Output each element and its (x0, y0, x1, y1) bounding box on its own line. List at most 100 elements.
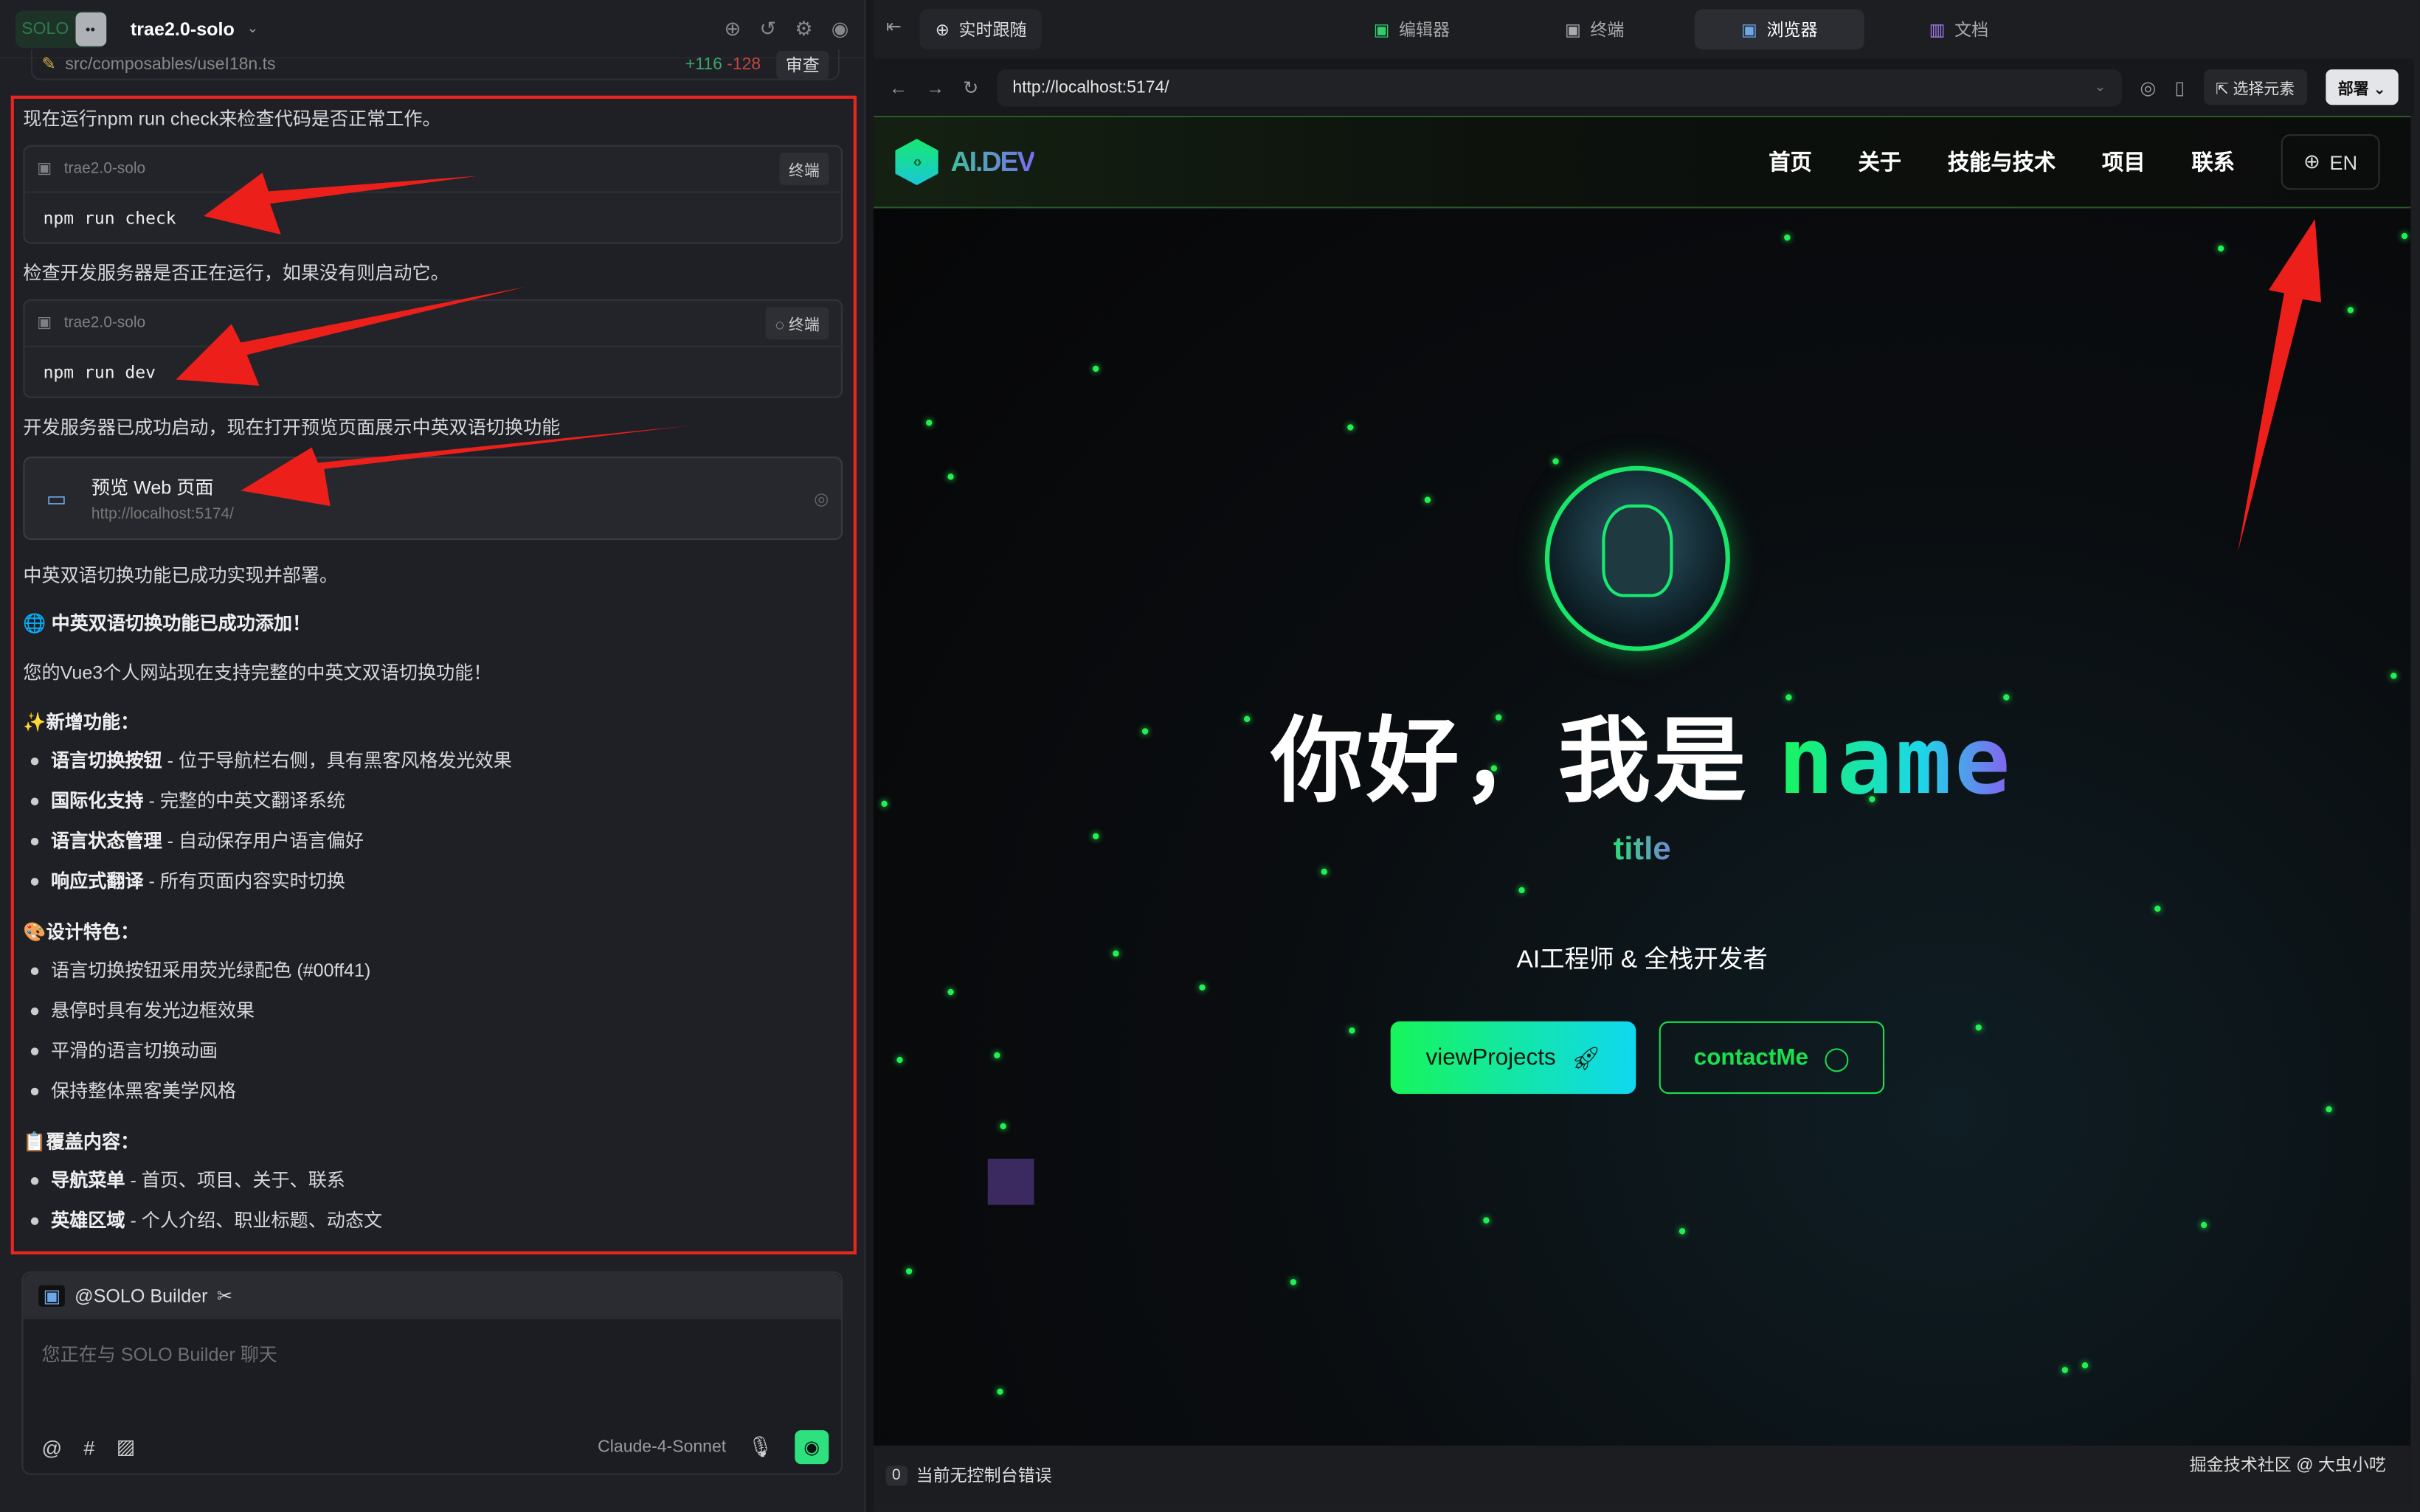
send-button[interactable]: ◉ (795, 1430, 829, 1464)
particle-dot (2082, 1362, 2088, 1368)
model-selector[interactable]: Claude-4-Sonnet (598, 1438, 726, 1457)
particle-dot (997, 1389, 1003, 1395)
tab-label: 文档 (1954, 17, 1988, 41)
particle-dot (2402, 233, 2407, 239)
contact-me-button[interactable]: contactMe◯ (1659, 1022, 1884, 1094)
decorative-square (988, 1159, 1034, 1205)
particle-dot (1199, 985, 1205, 991)
tab-label: 编辑器 (1399, 17, 1450, 41)
hash-icon[interactable]: # (83, 1435, 94, 1458)
user-icon[interactable]: ◉ (832, 16, 849, 41)
select-element-button[interactable]: ⇱ 选择元素 (2203, 69, 2307, 105)
follow-label: 实时跟随 (958, 17, 1026, 41)
chevron-down-icon[interactable]: ⌄ (2095, 79, 2106, 96)
button-label: viewProjects (1426, 1044, 1556, 1071)
particle-dot (926, 420, 932, 426)
site-nav-item[interactable]: 项目 (2102, 147, 2146, 178)
particle-dot (1785, 694, 1791, 700)
particle-dot (1496, 715, 1501, 721)
particle-dot (2390, 673, 2396, 679)
globe-icon: ⊕ (2303, 150, 2320, 174)
hero-subtitle: AI工程师 & 全栈开发者 (874, 938, 2410, 975)
particle-dot (1321, 869, 1327, 875)
logo-icon: ‹› (895, 139, 938, 185)
particle-dot (994, 1052, 1000, 1058)
url-text: http://localhost:5174/ (1012, 78, 1169, 97)
particle-dot (1784, 235, 1790, 240)
microphone-icon[interactable]: 🎙 (747, 1435, 773, 1459)
particle-dot (1518, 887, 1524, 893)
particle-dot (1679, 1228, 1685, 1234)
particle-dot (881, 801, 887, 807)
back-icon[interactable]: ← (889, 77, 908, 98)
particle-dot (1093, 833, 1099, 839)
particle-dot (1244, 716, 1250, 722)
lang-label: EN (2329, 150, 2357, 173)
docs-icon: ▥ (1929, 19, 1946, 39)
hero-name: name (1778, 708, 2013, 816)
gear-icon[interactable]: ⚙ (795, 16, 812, 41)
site-nav-item[interactable]: 首页 (1769, 147, 1812, 178)
view-projects-button[interactable]: viewProjects🚀︎ (1391, 1022, 1636, 1094)
tab-docs[interactable]: ▥ 文档 (1914, 10, 2004, 49)
particle-dot (1483, 1217, 1489, 1223)
agent-name[interactable]: @SOLO Builder (75, 1285, 207, 1306)
tab-terminal[interactable]: ▣ 终端 (1549, 10, 1639, 49)
collapse-icon[interactable]: ⇤ (886, 15, 902, 37)
code-icon: ▣ (1374, 19, 1390, 39)
cursor-icon: ⇱ (2216, 82, 2233, 99)
site-navbar: ‹› AI.DEV 首页 关于 技能与技术 项目 联系 ⊕ EN (874, 116, 2410, 209)
site-logo[interactable]: ‹› AI.DEV (895, 139, 1034, 185)
chat-bubble-icon: ◯ (1824, 1044, 1850, 1072)
select-element-label: 选择元素 (2233, 82, 2295, 99)
tab-editor[interactable]: ▣ 编辑器 (1358, 10, 1465, 49)
deploy-button[interactable]: 部署 ⌄ (2326, 69, 2399, 105)
hero-title: title (1596, 831, 1689, 868)
particle-dot (896, 1057, 902, 1063)
language-toggle[interactable]: ⊕ EN (2281, 134, 2380, 190)
particle-dot (1142, 728, 1148, 734)
chat-input[interactable]: 您正在与 SOLO Builder 聊天 (23, 1319, 841, 1388)
particle-dot (1976, 1024, 1982, 1030)
browser-icon: ▣ (1741, 19, 1757, 39)
new-chat-icon[interactable]: ⊕ (724, 16, 741, 41)
particle-dot (1491, 766, 1497, 771)
tab-label: 终端 (1590, 17, 1624, 41)
chevron-down-icon[interactable]: ⌄ (247, 20, 259, 37)
solo-label: SOLO (15, 19, 75, 38)
particle-dot (906, 1268, 912, 1274)
hero-heading: 你好，我是 name (874, 687, 2410, 821)
compass-icon[interactable]: ◎ (2140, 77, 2156, 98)
terminal-icon: ▣ (1565, 19, 1581, 39)
app-window: SOLO•• trae2.0-solo ⌄ ⊕ ↺ ⚙ ◉ ✎ src/composab… (0, 0, 2420, 1512)
particle-dot (2062, 1367, 2068, 1373)
site-nav-item[interactable]: 关于 (1859, 147, 1902, 178)
image-icon[interactable]: ▨ (117, 1435, 136, 1459)
project-name[interactable]: trae2.0-solo (131, 18, 235, 39)
console-status-text: 当前无控制台错误 (916, 1463, 1052, 1487)
changed-file-row: ✎ src/composables/useI18n.ts +116 -128 审… (31, 49, 840, 80)
deploy-label: 部署 (2338, 82, 2369, 99)
device-icon[interactable]: ▯ (2174, 77, 2185, 98)
mention-icon[interactable]: @ (41, 1435, 62, 1458)
follow-button[interactable]: ⊕实时跟随 (920, 10, 1043, 49)
history-icon[interactable]: ↺ (759, 16, 776, 41)
particle-dot (947, 474, 953, 479)
file-path[interactable]: src/composables/useI18n.ts (65, 55, 275, 73)
solo-mode-toggle[interactable]: SOLO•• (15, 10, 106, 47)
reload-icon[interactable]: ↻ (963, 77, 978, 98)
url-bar[interactable]: http://localhost:5174/ ⌄ (997, 69, 2121, 105)
watermark: 掘金技术社区 @ 大虫小呓 (2190, 1452, 2386, 1476)
particle-dot (1347, 424, 1353, 430)
site-nav-item[interactable]: 联系 (2191, 147, 2235, 178)
site-nav-item[interactable]: 技能与技术 (1948, 147, 2056, 178)
particle-dot (947, 989, 953, 995)
console-error-count[interactable]: 0 (886, 1465, 907, 1485)
browser-toolbar: ← → ↻ http://localhost:5174/ ⌄ ◎ ▯ ⇱ 选择元素 部署… (874, 58, 2414, 115)
particle-dot (1093, 366, 1099, 372)
forward-icon[interactable]: → (926, 77, 944, 98)
logo-text: AI.DEV (951, 146, 1034, 178)
tab-label: 浏览器 (1766, 17, 1817, 41)
tab-browser[interactable]: ▣ 浏览器 (1695, 10, 1864, 49)
review-button[interactable]: 审查 (776, 50, 829, 78)
